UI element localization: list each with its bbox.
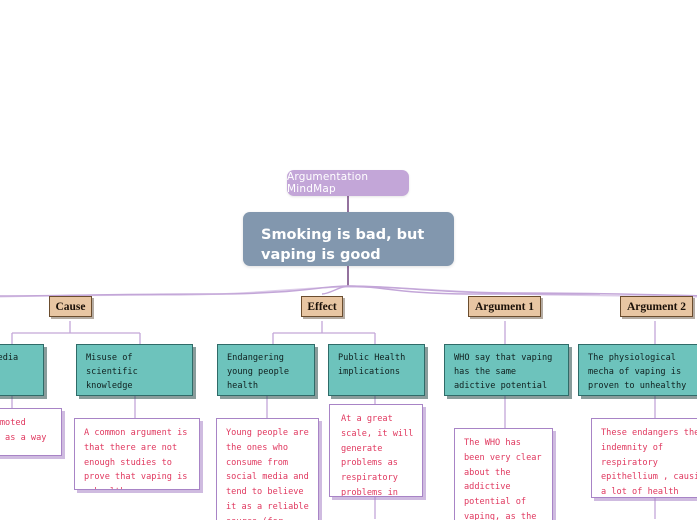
branch-social-media[interactable]: l Media xyxy=(0,344,44,396)
mindmap-title-chip[interactable]: Argumentation MindMap xyxy=(287,170,409,196)
central-node-label: Smoking is bad, but vaping is good xyxy=(261,227,425,263)
branch-endangering-young-people-health-label: Endangering young people health xyxy=(227,353,290,391)
detail-endangers-respiratory-epithelium[interactable]: These endangers the indemnity of respira… xyxy=(591,418,697,498)
detail-promoted-social-media[interactable]: s promoted media as a way of xyxy=(0,408,62,456)
detail-young-people-social-media-source-label: Young people are the ones who consume fr… xyxy=(226,428,309,520)
branch-physiological-mechanism[interactable]: The physiological mecha of vaping is pro… xyxy=(578,344,697,396)
detail-common-argument-not-enough-studies-label: A common argument is that there are not … xyxy=(84,428,188,489)
category-cause[interactable]: Cause xyxy=(49,296,92,317)
mindmap-canvas: Argumentation MindMap Smoking is bad, bu… xyxy=(0,0,697,520)
branch-misuse-scientific-knowledge-label: Misuse of scientific knowledge xyxy=(86,353,138,391)
mindmap-title-label: Argumentation MindMap xyxy=(287,171,369,195)
category-argument-2[interactable]: Argument 2 xyxy=(620,296,693,317)
branch-misuse-scientific-knowledge[interactable]: Misuse of scientific knowledge xyxy=(76,344,193,396)
branch-public-health-implications-label: Public Health implications xyxy=(338,353,406,377)
category-argument-1-label: Argument 1 xyxy=(474,300,535,313)
detail-young-people-social-media-source[interactable]: Young people are the ones who consume fr… xyxy=(216,418,319,520)
category-cause-label: Cause xyxy=(55,300,86,313)
detail-who-clear-addictive-potential[interactable]: The WHO has been very clear about the ad… xyxy=(454,428,553,520)
category-argument-2-label: Argument 2 xyxy=(626,300,687,313)
branch-social-media-label: l Media xyxy=(0,353,19,363)
detail-great-scale-respiratory-problems-label: At a great scale, it will generate probl… xyxy=(341,414,414,497)
branch-who-adictive-potential-label: WHO say that vaping has the same adictiv… xyxy=(454,353,553,395)
category-effect[interactable]: Effect xyxy=(301,296,343,317)
branch-endangering-young-people-health[interactable]: Endangering young people health xyxy=(217,344,315,396)
detail-promoted-social-media-label: s promoted media as a way of xyxy=(0,418,47,443)
category-effect-label: Effect xyxy=(307,300,337,313)
central-node[interactable]: Smoking is bad, but vaping is good xyxy=(243,212,454,266)
detail-endangers-respiratory-epithelium-label: These endangers the indemnity of respira… xyxy=(601,428,697,498)
branch-who-adictive-potential[interactable]: WHO say that vaping has the same adictiv… xyxy=(444,344,569,396)
branch-public-health-implications[interactable]: Public Health implications xyxy=(328,344,425,396)
detail-common-argument-not-enough-studies[interactable]: A common argument is that there are not … xyxy=(74,418,200,490)
detail-great-scale-respiratory-problems[interactable]: At a great scale, it will generate probl… xyxy=(329,404,423,497)
branch-physiological-mechanism-label: The physiological mecha of vaping is pro… xyxy=(588,353,687,391)
category-argument-1[interactable]: Argument 1 xyxy=(468,296,541,317)
detail-who-clear-addictive-potential-label: The WHO has been very clear about the ad… xyxy=(464,438,542,520)
